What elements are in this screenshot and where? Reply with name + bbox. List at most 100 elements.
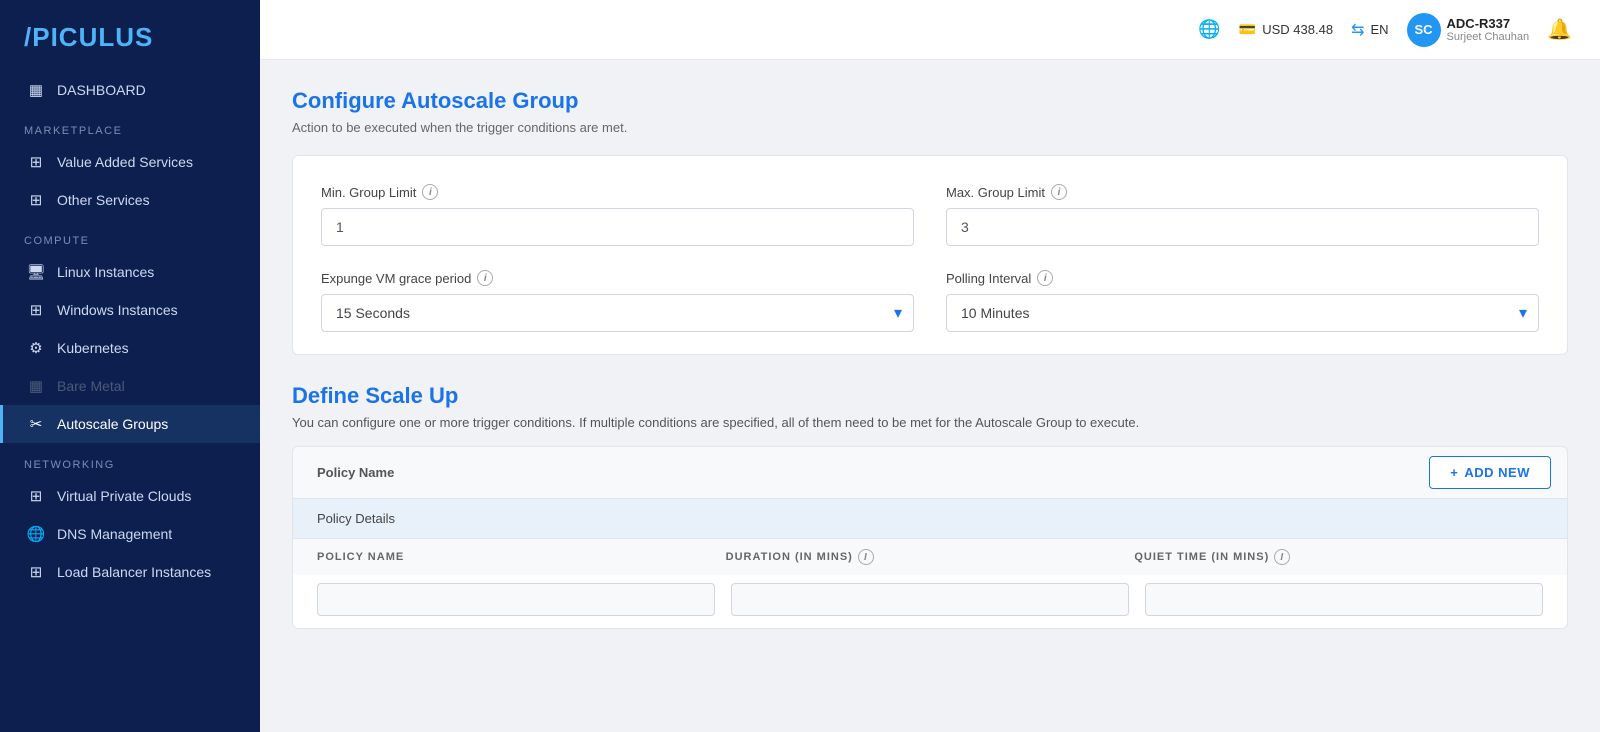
sidebar-item-load-balancer-instances[interactable]: ⊞ Load Balancer Instances	[0, 553, 260, 591]
notification-bell[interactable]: 🔔	[1547, 17, 1572, 42]
sidebar-item-label: DASHBOARD	[57, 82, 146, 98]
min-group-limit-label: Min. Group Limit i	[321, 184, 914, 200]
table-columns-row: POLICY NAME DURATION (IN MINS) i QUIET T…	[293, 538, 1567, 575]
windows-icon: ⊞	[27, 301, 45, 319]
vpc-icon: ⊞	[27, 487, 45, 505]
translate-icon: ⇆	[1351, 20, 1364, 40]
sidebar-item-label: Load Balancer Instances	[57, 564, 211, 580]
col-duration: DURATION (IN MINS) i	[726, 549, 1135, 565]
main-content: Configure Autoscale Group Action to be e…	[260, 60, 1600, 732]
avatar: SC	[1407, 13, 1441, 47]
sidebar-item-label: Other Services	[57, 192, 150, 208]
bell-icon: 🔔	[1547, 17, 1572, 42]
currency-amount: USD 438.48	[1262, 22, 1333, 37]
user-profile[interactable]: SC ADC-R337 Surjeet Chauhan	[1407, 13, 1530, 47]
dns-icon: 🌐	[27, 525, 45, 543]
quiet-time-input[interactable]	[1145, 583, 1543, 616]
language-selector[interactable]: ⇆ EN	[1351, 20, 1388, 40]
min-group-limit-info-icon[interactable]: i	[422, 184, 438, 200]
table-input-row	[293, 575, 1567, 628]
sidebar-item-kubernetes[interactable]: ⚙ Kubernetes	[0, 329, 260, 367]
marketplace-section-label: MARKETPLACE	[0, 109, 260, 143]
max-group-limit-info-icon[interactable]: i	[1051, 184, 1067, 200]
polling-info-icon[interactable]: i	[1037, 270, 1053, 286]
min-group-limit-group: Min. Group Limit i	[321, 184, 914, 246]
configure-title: Configure Autoscale Group	[292, 88, 1568, 114]
expunge-info-icon[interactable]: i	[477, 270, 493, 286]
sidebar-item-value-added-services[interactable]: ⊞ Value Added Services	[0, 143, 260, 181]
expunge-label: Expunge VM grace period i	[321, 270, 914, 286]
autoscale-icon: ✂	[27, 415, 45, 433]
lb-icon: ⊞	[27, 563, 45, 581]
sidebar-item-label: Kubernetes	[57, 340, 129, 356]
logo-slash: /	[24, 22, 32, 52]
sidebar-item-label: Value Added Services	[57, 154, 193, 170]
policy-details-label: Policy Details	[317, 511, 395, 526]
expunge-polling-row: Expunge VM grace period i 15 Seconds 30 …	[321, 270, 1539, 332]
networking-section-label: NETWORKING	[0, 443, 260, 477]
logo-text: PICULUS	[32, 22, 153, 52]
min-group-limit-input[interactable]	[321, 208, 914, 246]
other-services-icon: ⊞	[27, 191, 45, 209]
scale-up-subtitle: You can configure one or more trigger co…	[292, 415, 1568, 430]
expunge-select[interactable]: 15 Seconds 30 Seconds 1 Minute 5 Minutes	[321, 294, 914, 332]
currency-icon: 💳	[1239, 21, 1256, 38]
sidebar-item-label: Windows Instances	[57, 302, 178, 318]
value-added-services-icon: ⊞	[27, 153, 45, 171]
table-header-row: Policy Name + ADD NEW	[293, 447, 1567, 499]
polling-select[interactable]: 1 Minute 5 Minutes 10 Minutes 15 Minutes…	[946, 294, 1539, 332]
sidebar-item-linux-instances[interactable]: 🖥 Linux Instances	[0, 253, 260, 291]
globe-button[interactable]: 🌐	[1198, 19, 1220, 40]
scale-up-table: Policy Name + ADD NEW Policy Details POL…	[292, 446, 1568, 629]
sidebar-item-label: Autoscale Groups	[57, 416, 168, 432]
linux-icon: 🖥	[27, 263, 45, 281]
polling-select-wrapper: 1 Minute 5 Minutes 10 Minutes 15 Minutes…	[946, 294, 1539, 332]
max-group-limit-label: Max. Group Limit i	[946, 184, 1539, 200]
sidebar-item-label: DNS Management	[57, 526, 172, 542]
policy-name-col-header: Policy Name	[293, 465, 1413, 480]
policy-details-row: Policy Details	[293, 499, 1567, 538]
compute-section-label: COMPUTE	[0, 219, 260, 253]
topbar: 🌐 💳 USD 438.48 ⇆ EN SC ADC-R337 Surjeet …	[260, 0, 1600, 60]
add-new-button[interactable]: + ADD NEW	[1429, 456, 1551, 489]
duration-input[interactable]	[731, 583, 1129, 616]
sidebar-item-autoscale-groups[interactable]: ✂ Autoscale Groups	[0, 405, 260, 443]
add-new-label: ADD NEW	[1464, 465, 1530, 480]
col-policy-name: POLICY NAME	[317, 549, 726, 565]
scale-up-title: Define Scale Up	[292, 383, 1568, 409]
sidebar-item-dashboard[interactable]: ▦ DASHBOARD	[0, 71, 260, 109]
col-quiet-time: QUIET TIME (IN MINS) i	[1134, 549, 1543, 565]
sidebar-item-windows-instances[interactable]: ⊞ Windows Instances	[0, 291, 260, 329]
main-wrapper: 🌐 💳 USD 438.48 ⇆ EN SC ADC-R337 Surjeet …	[260, 0, 1600, 732]
polling-label: Polling Interval i	[946, 270, 1539, 286]
app-logo: /PICULUS	[0, 0, 260, 71]
kubernetes-icon: ⚙	[27, 339, 45, 357]
configure-subtitle: Action to be executed when the trigger c…	[292, 120, 1568, 135]
sidebar-item-virtual-private-clouds[interactable]: ⊞ Virtual Private Clouds	[0, 477, 260, 515]
polling-group: Polling Interval i 1 Minute 5 Minutes 10…	[946, 270, 1539, 332]
dashboard-icon: ▦	[27, 81, 45, 99]
sidebar-item-label: Virtual Private Clouds	[57, 488, 191, 504]
quiet-time-info-icon[interactable]: i	[1274, 549, 1290, 565]
sidebar-item-label: Linux Instances	[57, 264, 154, 280]
plus-icon: +	[1450, 465, 1458, 480]
policy-name-input[interactable]	[317, 583, 715, 616]
max-group-limit-input[interactable]	[946, 208, 1539, 246]
language-label: EN	[1370, 22, 1388, 37]
currency-display[interactable]: 💳 USD 438.48	[1239, 21, 1333, 38]
sidebar-item-dns-management[interactable]: 🌐 DNS Management	[0, 515, 260, 553]
max-group-limit-group: Max. Group Limit i	[946, 184, 1539, 246]
duration-info-icon[interactable]: i	[858, 549, 874, 565]
expunge-group: Expunge VM grace period i 15 Seconds 30 …	[321, 270, 914, 332]
user-subtitle: Surjeet Chauhan	[1447, 31, 1530, 43]
bare-metal-icon: ▦	[27, 377, 45, 395]
sidebar-item-other-services[interactable]: ⊞ Other Services	[0, 181, 260, 219]
globe-icon: 🌐	[1198, 19, 1220, 40]
sidebar-item-label: Bare Metal	[57, 378, 125, 394]
expunge-select-wrapper: 15 Seconds 30 Seconds 1 Minute 5 Minutes…	[321, 294, 914, 332]
configure-card: Min. Group Limit i Max. Group Limit i	[292, 155, 1568, 355]
user-name: ADC-R337	[1447, 16, 1530, 31]
limits-row: Min. Group Limit i Max. Group Limit i	[321, 184, 1539, 246]
sidebar-item-bare-metal: ▦ Bare Metal	[0, 367, 260, 405]
sidebar: /PICULUS ▦ DASHBOARD MARKETPLACE ⊞ Value…	[0, 0, 260, 732]
